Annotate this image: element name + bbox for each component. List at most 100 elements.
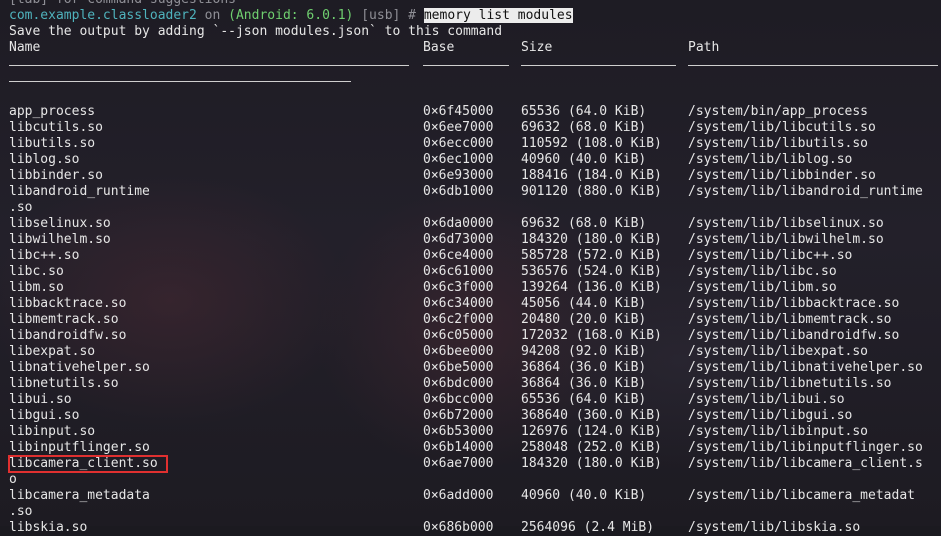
module-base: 0×6ce4000 [423, 248, 494, 263]
module-size: 188416 (184.0 KiB) [521, 168, 662, 183]
module-name: libwilhelm.so [9, 232, 111, 247]
module-size: 69632 (68.0 KiB) [521, 120, 647, 135]
module-name: libbacktrace.so [9, 296, 127, 311]
module-size: 36864 (36.0 KiB) [521, 360, 647, 375]
module-name: libmemtrack.so [9, 312, 119, 327]
table-row: libbacktrace.so 0×6c34000 45056 (44.0 KiB)… [9, 296, 939, 312]
module-size: 368640 (360.0 KiB) [521, 408, 662, 423]
module-size: 901120 (880.0 KiB) [521, 184, 662, 199]
module-path: /system/lib/libskia.so [688, 520, 861, 535]
table-row: libui.so 0×6bcc000 65536 (64.0 KiB) /system… [9, 392, 939, 408]
module-path: /system/lib/libwilhelm.so [688, 232, 884, 247]
module-base: 0×686b000 [423, 520, 494, 535]
module-size: 258048 (252.0 KiB) [521, 440, 662, 455]
module-name: libexpat.so [9, 344, 96, 359]
module-size: 184320 (180.0 KiB) [521, 232, 662, 247]
module-base: 0×6b72000 [423, 408, 494, 423]
module-path: /system/lib/libui.so [688, 392, 845, 407]
module-name: libcutils.so [9, 120, 103, 135]
terminal-output[interactable]: [tab] for command suggestions com.exampl… [8, 0, 939, 536]
hint-line: [tab] for command suggestions [9, 0, 939, 8]
module-path: /system/lib/libgui.so [688, 408, 853, 423]
module-name: libcamera_metadata [9, 488, 150, 503]
table-row: liblog.so 0×6ec1000 40960 (40.0 KiB) /syste… [9, 152, 939, 168]
module-name-wrap: o [9, 472, 17, 487]
module-path: /system/lib/libnativehelper.so [688, 360, 923, 375]
prompt-device: (Android: 6.0.1) [228, 8, 354, 23]
table-row: libskia.so 0×686b000 2564096 (2.4 MiB) /sys… [9, 520, 939, 536]
table-row: libexpat.so 0×6bee000 94208 (92.0 KiB) /sys… [9, 344, 939, 360]
module-base: 0×6d73000 [423, 232, 494, 247]
table-row: libgui.so 0×6b72000 368640 (360.0 KiB) /sys… [9, 408, 939, 424]
module-base: 0×6b53000 [423, 424, 494, 439]
module-base: 0×6bdc000 [423, 376, 494, 391]
module-size: 172032 (168.0 KiB) [521, 328, 662, 343]
table-row: libcutils.so 0×6ee7000 69632 (68.0 KiB) /sy… [9, 120, 939, 136]
table-row: libc.so 0×6c61000 536576 (524.0 KiB) /syste… [9, 264, 939, 280]
module-base: 0×6ec1000 [423, 152, 494, 167]
module-name: libnativehelper.so [9, 360, 150, 375]
header-path: Path [688, 40, 720, 55]
module-size: 110592 (108.0 KiB) [521, 136, 662, 151]
table-row: libnativehelper.so 0×6be5000 36864 (36.0 K… [9, 360, 939, 376]
prompt-app: com.example.classloader2 [9, 8, 197, 23]
separator-base [423, 65, 509, 66]
module-size: 65536 (64.0 KiB) [521, 104, 647, 119]
module-path: /system/lib/liblog.so [688, 152, 853, 167]
module-base: 0×6bee000 [423, 344, 494, 359]
module-size: 2564096 (2.4 MiB) [521, 520, 655, 535]
module-base: 0×6ee7000 [423, 120, 494, 135]
module-size: 585728 (572.0 KiB) [521, 248, 662, 263]
module-size: 536576 (524.0 KiB) [521, 264, 662, 279]
module-size: 36864 (36.0 KiB) [521, 376, 647, 391]
table-row: libbinder.so 0×6e93000 188416 (184.0 KiB) /… [9, 168, 939, 184]
prompt-transport: [usb] # [353, 8, 424, 23]
prompt-line: com.example.classloader2 on (Android: 6.… [9, 8, 939, 24]
module-size: 69632 (68.0 KiB) [521, 216, 647, 231]
module-size: 20480 (20.0 KiB) [521, 312, 647, 327]
module-name: libui.so [9, 392, 72, 407]
command-input[interactable]: memory list modules [423, 8, 573, 23]
header-separator [9, 56, 939, 72]
module-name: libbinder.so [9, 168, 103, 183]
module-name: libandroidfw.so [9, 328, 127, 343]
module-name: libc++.so [9, 248, 80, 263]
module-name: libgui.so [9, 408, 80, 423]
table-row-wrap: .so [9, 504, 939, 520]
module-path: /system/lib/libinput.so [688, 424, 869, 439]
module-path: /system/lib/libandroidfw.so [688, 328, 900, 343]
module-size: 65536 (64.0 KiB) [521, 392, 647, 407]
separator-name [9, 65, 409, 66]
module-path: /system/lib/libcutils.so [688, 120, 876, 135]
module-base: 0×6ecc000 [423, 136, 494, 151]
module-path: /system/bin/app_process [688, 104, 869, 119]
module-name: libutils.so [9, 136, 96, 151]
table-row: app_process 0×6f45000 65536 (64.0 KiB) /sys… [9, 104, 939, 120]
table-row: libandroid_runtime 0×6db1000 901120 (880.0… [9, 184, 939, 200]
module-name: libm.so [9, 280, 64, 295]
module-base: 0×6add000 [423, 488, 494, 503]
module-base: 0×6ae7000 [423, 456, 494, 471]
module-path: /system/lib/libexpat.so [688, 344, 869, 359]
module-name-wrap: .so [9, 504, 33, 519]
table-row-wrap: .so [9, 200, 939, 216]
module-path: /system/lib/libc++.so [688, 248, 853, 263]
module-name: libandroid_runtime [9, 184, 150, 199]
table-row: libwilhelm.so 0×6d73000 184320 (180.0 KiB)… [9, 232, 939, 248]
module-name: liblog.so [9, 152, 80, 167]
module-size: 45056 (44.0 KiB) [521, 296, 647, 311]
module-name-wrap: .so [9, 200, 33, 215]
module-base: 0×6c05000 [423, 328, 494, 343]
table-row: libmemtrack.so 0×6c2f000 20480 (20.0 KiB) /… [9, 312, 939, 328]
header-name: Name [9, 40, 41, 55]
module-base: 0×6c2f000 [423, 312, 494, 327]
module-base: 0×6e93000 [423, 168, 494, 183]
module-name: libnetutils.so [9, 376, 119, 391]
module-list: app_process 0×6f45000 65536 (64.0 KiB) /sys… [8, 104, 939, 536]
separator-size [521, 65, 676, 66]
module-path: /system/lib/libbacktrace.so [688, 296, 900, 311]
module-path: /system/lib/libselinux.so [688, 216, 884, 231]
module-base: 0×6c3f000 [423, 280, 494, 295]
module-size: 184320 (180.0 KiB) [521, 456, 662, 471]
